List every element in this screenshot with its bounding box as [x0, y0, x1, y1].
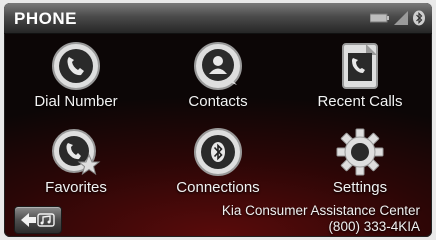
tile-label-favorites: Favorites [45, 179, 107, 196]
page-title: PHONE [14, 9, 77, 28]
back-button[interactable] [14, 206, 62, 234]
tile-label-settings: Settings [332, 179, 388, 196]
favorites-button[interactable]: Favorites [6, 127, 146, 207]
tile-label-dial-number: Dial Number [34, 93, 118, 110]
assistance-center-name: Kia Consumer Assistance Center [221, 203, 420, 218]
gear-icon [336, 128, 384, 176]
signal-icon [394, 11, 408, 25]
connections-button[interactable]: Connections [148, 127, 288, 207]
assistance-center-phone: (800) 333-4KIA [328, 219, 420, 234]
settings-button[interactable]: Settings [290, 127, 430, 207]
contacts-icon [194, 42, 242, 90]
recent-calls-button[interactable]: Recent Calls [290, 41, 430, 121]
tile-label-recent-calls: Recent Calls [317, 93, 403, 110]
phone-screen: PHONE Dial Number Contacts Recent Calls … [4, 3, 432, 237]
consumer-assistance-info: Kia Consumer Assistance Center (800) 333… [222, 203, 420, 235]
favorites-icon [52, 129, 101, 176]
recent-calls-icon [342, 43, 378, 89]
dial-number-button[interactable]: Dial Number [6, 41, 146, 121]
title-bar: PHONE [4, 3, 432, 34]
phone-handset-icon [52, 42, 100, 90]
bluetooth-connections-icon [194, 128, 242, 176]
battery-icon [370, 13, 389, 23]
contacts-button[interactable]: Contacts [148, 41, 288, 121]
bluetooth-icon [413, 10, 425, 26]
tile-label-connections: Connections [176, 179, 260, 196]
status-area [370, 9, 426, 27]
back-icon [21, 213, 55, 227]
tile-label-contacts: Contacts [188, 93, 248, 110]
